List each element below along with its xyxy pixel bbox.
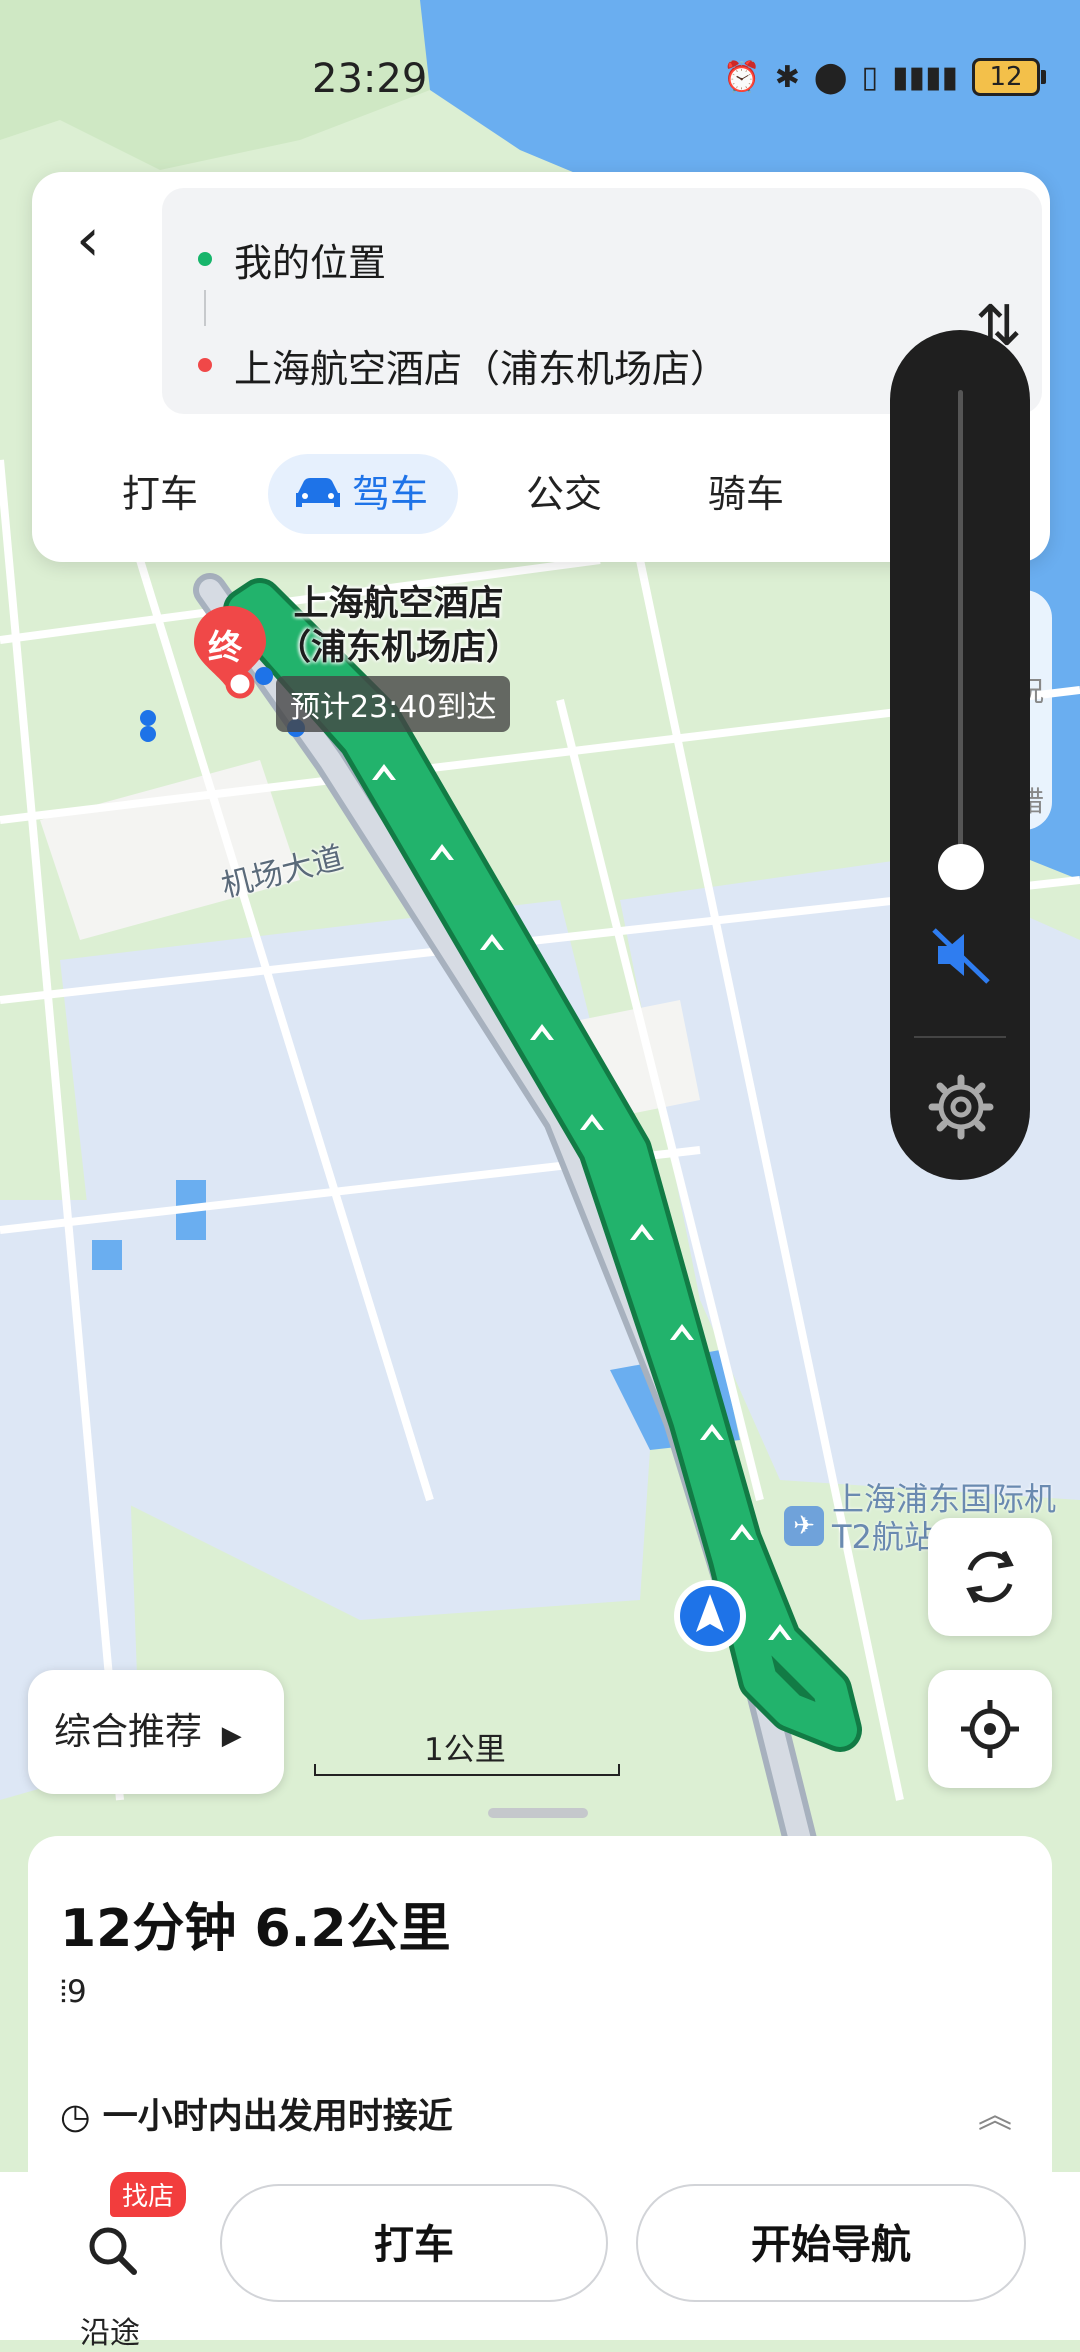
shop-badge[interactable]: 找店 [110,2172,187,2217]
tab-bike[interactable]: 骑车 [708,454,784,534]
play-right-icon: ▶ [221,1721,242,1751]
back-button[interactable]: ‹ [76,210,136,272]
location-icon: ⬤ [813,59,848,95]
locate-me-button[interactable] [928,1670,1052,1788]
eta-chip: 预计23:40到达 [276,676,511,732]
recommend-label: 综合推荐 [54,1710,202,1753]
recommend-button[interactable]: 综合推荐 ▶ [28,1670,284,1794]
signal-icon: ▮▮▮▮ [891,59,958,95]
refresh-icon [966,1550,1014,1604]
destination-dot [198,358,212,372]
traffic-lights: ⦙9 [60,1974,87,2011]
volume-slider[interactable] [958,390,963,880]
start-navigation-button[interactable]: 开始导航 [636,2184,1026,2302]
volume-divider [914,1036,1006,1038]
tab-taxi[interactable]: 打车 [122,454,198,534]
bluetooth-icon: ✱ [774,59,800,95]
origin-dot [198,252,212,266]
gear-icon[interactable] [926,1072,996,1142]
status-icons: ⏰ ✱ ⬤ ▯ ▮▮▮▮ 12 [723,58,1046,96]
sheet-grabber[interactable] [488,1808,588,1818]
destination-label-line2: （浦东机场店） [276,628,522,668]
departure-time-row[interactable]: ◷ 一小时内出发用时接近 [60,2088,453,2139]
scale-bar [314,1764,620,1776]
taxi-button[interactable]: 打车 [220,2184,608,2302]
tab-drive[interactable]: 驾车 [268,454,459,534]
route-connector [204,290,206,326]
clock-icon: ◷ [60,2097,91,2137]
end-marker-label: 终 [208,628,242,668]
airport-icon: ✈ [784,1506,824,1546]
scale-label: 1公里 [424,1732,506,1768]
along-label: 沿途 [80,2316,140,2351]
search-along-button[interactable] [72,2220,152,2284]
volume-slider-knob[interactable] [938,844,984,890]
destination-field[interactable]: 上海航空酒店（浦东机场店） [234,338,728,393]
destination-label-line1: 上海航空酒店 [293,584,504,624]
traffic-light-icon: ⦙ [60,1974,67,2010]
destination-map-label[interactable]: 上海航空酒店 （浦东机场店） [276,582,521,670]
origin-field[interactable]: 我的位置 [234,232,386,287]
vibrate-icon: ▯ [861,59,878,95]
departure-note: 一小时内出发用时接近 [102,2097,453,2137]
route-time-distance: 12分钟 6.2公里 [60,1899,451,1959]
alarm-icon: ⏰ [723,59,761,95]
status-time: 23:29 [312,56,428,102]
tab-drive-label: 驾车 [352,472,429,516]
airport-label-line1: 上海浦东国际机 [832,1480,1057,1518]
chevron-up-icon[interactable]: ︽ [978,2088,1012,2137]
tab-transit[interactable]: 公交 [526,454,602,534]
refresh-route-button[interactable] [928,1518,1052,1636]
battery-indicator: 12 [972,58,1046,96]
search-icon [89,2227,137,2275]
traffic-light-count: 9 [66,1974,87,2010]
crosshair-icon [961,1700,1019,1758]
volume-panel [890,330,1030,1180]
destination-marker[interactable]: 终 [190,604,270,700]
speaker-muted-icon[interactable] [926,920,996,990]
car-icon [296,478,340,507]
